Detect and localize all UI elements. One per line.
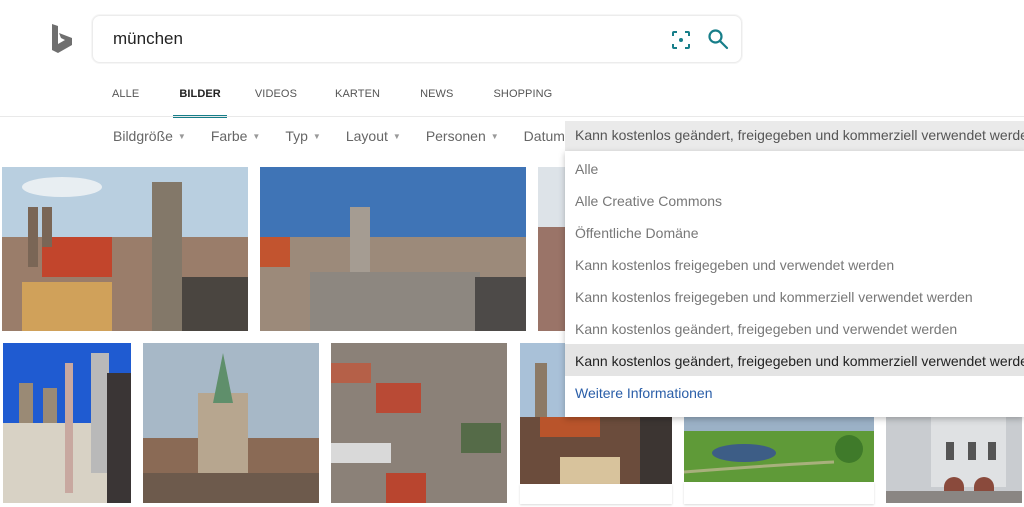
image-result[interactable] xyxy=(260,167,526,331)
image-result[interactable] xyxy=(143,343,319,503)
license-option-alle[interactable]: Alle xyxy=(565,152,1024,184)
filter-personen[interactable]: Personen ▼ xyxy=(426,128,499,144)
caret-down-icon: ▼ xyxy=(392,132,401,141)
image-result[interactable] xyxy=(2,167,248,331)
image-result[interactable] xyxy=(520,343,565,418)
filter-layout[interactable]: Layout ▼ xyxy=(346,128,401,144)
filter-label: Layout xyxy=(345,128,388,144)
license-dropdown: Alle Alle Creative Commons Öffentliche D… xyxy=(565,151,1024,417)
tab-alle[interactable]: ALLE xyxy=(112,80,139,116)
caret-down-icon: ▼ xyxy=(252,132,261,141)
filter-typ[interactable]: Typ ▼ xyxy=(285,128,321,144)
filter-farbe[interactable]: Farbe ▼ xyxy=(211,128,261,144)
image-result[interactable] xyxy=(331,343,507,503)
vertical-tabs: ALLE BILDER VIDEOS KARTEN NEWS SHOPPING xyxy=(112,80,552,118)
image-result[interactable] xyxy=(684,417,874,482)
caret-down-icon: ▼ xyxy=(312,132,321,141)
image-card-footer xyxy=(520,484,672,504)
caret-down-icon: ▼ xyxy=(490,132,499,141)
license-option-share-use[interactable]: Kann kostenlos freigegeben und verwendet… xyxy=(565,248,1024,280)
tab-shopping[interactable]: SHOPPING xyxy=(493,80,552,116)
filter-bar: Bildgröße ▼ Farbe ▼ Typ ▼ Layout ▼ Personen ▼… xyxy=(113,124,578,148)
image-result[interactable] xyxy=(886,417,1022,503)
nav-divider xyxy=(0,116,1024,117)
filter-label: Datum xyxy=(523,128,565,144)
license-option-modify-share-use[interactable]: Kann kostenlos geändert, freigegeben und… xyxy=(565,312,1024,344)
visual-search-icon[interactable] xyxy=(671,30,691,50)
filter-label: Personen xyxy=(425,128,486,144)
search-input[interactable] xyxy=(113,16,653,62)
filter-label: Typ xyxy=(285,128,308,144)
image-result[interactable] xyxy=(3,343,131,503)
license-option-public-domain[interactable]: Öffentliche Domäne xyxy=(565,216,1024,248)
search-icon[interactable] xyxy=(707,28,729,50)
more-info-link[interactable]: Weitere Informationen xyxy=(565,376,1024,408)
tab-videos[interactable]: VIDEOS xyxy=(255,80,297,116)
filter-label: Bildgröße xyxy=(113,128,173,144)
tab-news[interactable]: NEWS xyxy=(420,80,453,116)
image-card-footer xyxy=(684,482,874,504)
tab-bilder[interactable]: BILDER xyxy=(173,80,227,118)
license-option-modify-share-commercial[interactable]: Kann kostenlos geändert, freigegeben und… xyxy=(565,344,1024,376)
bing-logo[interactable] xyxy=(50,24,74,54)
license-option-creative-commons[interactable]: Alle Creative Commons xyxy=(565,184,1024,216)
image-result[interactable] xyxy=(538,167,566,331)
filter-label: Kann kostenlos geändert, freigegeben und… xyxy=(575,127,1024,143)
license-option-share-commercial[interactable]: Kann kostenlos freigegeben und kommerzie… xyxy=(565,280,1024,312)
search-box xyxy=(92,15,742,63)
filter-license[interactable]: Kann kostenlos geändert, freigegeben und… xyxy=(565,121,1024,151)
tab-karten[interactable]: KARTEN xyxy=(335,80,380,116)
image-result[interactable] xyxy=(520,417,672,484)
filter-bildgroesse[interactable]: Bildgröße ▼ xyxy=(113,128,186,144)
filter-label: Farbe xyxy=(210,128,248,144)
caret-down-icon: ▼ xyxy=(177,132,186,141)
